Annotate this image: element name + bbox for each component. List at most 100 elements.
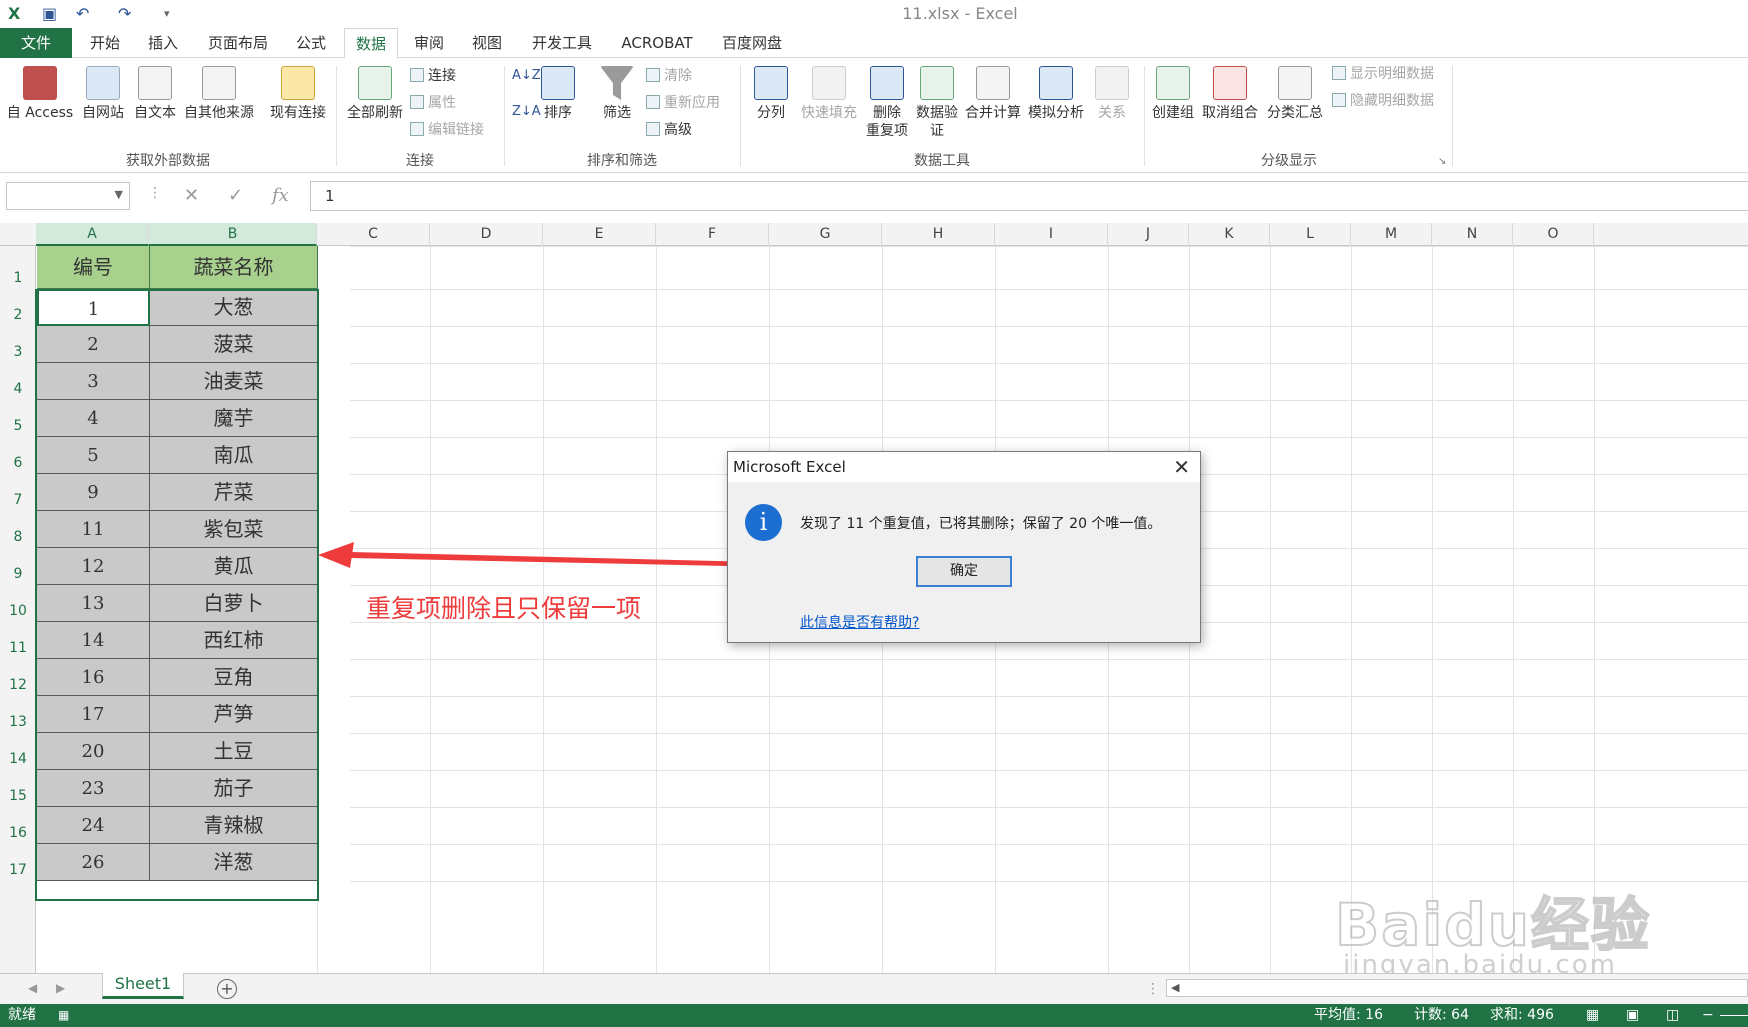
table-cell[interactable]: 1: [37, 289, 150, 326]
column-header[interactable]: B: [149, 223, 317, 246]
scroll-left-icon[interactable]: ◀: [28, 981, 37, 995]
column-header[interactable]: G: [769, 223, 882, 246]
tab-review[interactable]: 审阅: [406, 28, 452, 58]
dialog-launcher-icon[interactable]: ↘: [1438, 152, 1446, 172]
row-header[interactable]: 8: [0, 528, 36, 546]
table-cell[interactable]: 菠菜: [150, 326, 318, 363]
chevron-down-icon[interactable]: ▼: [115, 188, 123, 201]
hide-detail-button[interactable]: 隐藏明细数据: [1332, 91, 1434, 111]
consolidate-button[interactable]: 合并计算: [962, 66, 1024, 122]
sort-button[interactable]: 排序: [536, 66, 580, 122]
table-cell[interactable]: 西红柿: [150, 622, 318, 659]
row-header[interactable]: 4: [0, 380, 36, 398]
table-cell[interactable]: 青辣椒: [150, 807, 318, 844]
add-sheet-icon[interactable]: +: [217, 979, 237, 999]
from-web-button[interactable]: 自网站: [78, 66, 128, 122]
zoom-slider[interactable]: [1720, 1015, 1748, 1016]
help-link[interactable]: 此信息是否有帮助?: [800, 612, 919, 632]
from-access-button[interactable]: 自 Access: [4, 66, 76, 122]
from-other-sources-button[interactable]: 自其他来源: [180, 66, 258, 122]
ungroup-button[interactable]: 取消组合: [1198, 66, 1262, 122]
name-box[interactable]: ▼: [6, 182, 130, 210]
tab-home[interactable]: 开始: [82, 28, 128, 58]
formula-input[interactable]: 1: [310, 181, 1748, 211]
column-header[interactable]: M: [1351, 223, 1432, 246]
scroll-left-arrow-icon[interactable]: ◀: [1171, 981, 1179, 994]
table-header-cell[interactable]: 编号: [37, 246, 150, 289]
table-cell[interactable]: 12: [37, 548, 150, 585]
table-cell[interactable]: 26: [37, 844, 150, 881]
enter-icon[interactable]: ✓: [228, 185, 243, 206]
tab-baidu-netdisk[interactable]: 百度网盘: [714, 28, 790, 58]
table-cell[interactable]: 洋葱: [150, 844, 318, 881]
row-header[interactable]: 1: [0, 269, 36, 287]
normal-view-icon[interactable]: ▦: [1586, 1004, 1599, 1027]
filter-button[interactable]: 筛选: [594, 66, 640, 122]
table-cell[interactable]: 紫包菜: [150, 511, 318, 548]
cancel-icon[interactable]: ✕: [184, 185, 199, 206]
table-cell[interactable]: 13: [37, 585, 150, 622]
tab-page-layout[interactable]: 页面布局: [202, 28, 274, 58]
tab-developer[interactable]: 开发工具: [526, 28, 598, 58]
group-button[interactable]: 创建组: [1148, 66, 1198, 122]
tab-formulas[interactable]: 公式: [288, 28, 334, 58]
column-header[interactable]: I: [995, 223, 1108, 246]
table-cell[interactable]: 芹菜: [150, 474, 318, 511]
column-header[interactable]: A: [36, 223, 149, 246]
column-header[interactable]: O: [1513, 223, 1594, 246]
show-detail-button[interactable]: 显示明细数据: [1332, 64, 1434, 84]
connections-button[interactable]: 连接: [410, 66, 456, 86]
row-header[interactable]: 5: [0, 417, 36, 435]
row-header[interactable]: 14: [0, 750, 36, 768]
reapply-button[interactable]: 重新应用: [646, 93, 720, 113]
table-cell[interactable]: 黄瓜: [150, 548, 318, 585]
column-header[interactable]: K: [1189, 223, 1270, 246]
row-header[interactable]: 12: [0, 676, 36, 694]
row-header[interactable]: 3: [0, 343, 36, 361]
row-header[interactable]: 13: [0, 713, 36, 731]
insert-function-icon[interactable]: fx: [272, 185, 289, 206]
table-cell[interactable]: 16: [37, 659, 150, 696]
existing-connections-button[interactable]: 现有连接: [266, 66, 330, 122]
horizontal-scrollbar[interactable]: ◀: [1166, 979, 1748, 997]
zoom-out-icon[interactable]: −: [1702, 1004, 1714, 1027]
edit-links-button[interactable]: 编辑链接: [410, 120, 484, 140]
table-cell[interactable]: 豆角: [150, 659, 318, 696]
row-header[interactable]: 7: [0, 491, 36, 509]
row-header[interactable]: 6: [0, 454, 36, 472]
table-cell[interactable]: 茄子: [150, 770, 318, 807]
macro-record-icon[interactable]: ▦: [58, 1004, 69, 1027]
column-header[interactable]: L: [1270, 223, 1351, 246]
table-cell[interactable]: 南瓜: [150, 437, 318, 474]
column-header[interactable]: J: [1108, 223, 1189, 246]
column-header[interactable]: C: [317, 223, 430, 246]
row-header[interactable]: 15: [0, 787, 36, 805]
subtotal-button[interactable]: 分类汇总: [1262, 66, 1328, 122]
refresh-all-button[interactable]: 全部刷新: [340, 66, 410, 122]
table-cell[interactable]: 2: [37, 326, 150, 363]
page-layout-view-icon[interactable]: ▣: [1626, 1004, 1639, 1027]
properties-button[interactable]: 属性: [410, 93, 456, 113]
table-cell[interactable]: 23: [37, 770, 150, 807]
column-header[interactable]: D: [430, 223, 543, 246]
table-cell[interactable]: 油麦菜: [150, 363, 318, 400]
table-cell[interactable]: 5: [37, 437, 150, 474]
column-header[interactable]: H: [882, 223, 995, 246]
scroll-right-icon[interactable]: ▶: [56, 981, 65, 995]
row-header[interactable]: 2: [0, 306, 36, 324]
tab-data[interactable]: 数据: [344, 28, 398, 59]
column-header[interactable]: F: [656, 223, 769, 246]
text-to-columns-button[interactable]: 分列: [748, 66, 794, 122]
row-header[interactable]: 11: [0, 639, 36, 657]
advanced-filter-button[interactable]: 高级: [646, 120, 692, 140]
row-header[interactable]: 10: [0, 602, 36, 620]
tab-acrobat[interactable]: ACROBAT: [614, 28, 700, 58]
row-header[interactable]: 9: [0, 565, 36, 583]
tab-file[interactable]: 文件: [0, 28, 72, 58]
table-cell[interactable]: 20: [37, 733, 150, 770]
clear-filter-button[interactable]: 清除: [646, 66, 692, 86]
table-cell[interactable]: 土豆: [150, 733, 318, 770]
flash-fill-button[interactable]: 快速填充: [796, 66, 862, 122]
ok-button[interactable]: 确定: [916, 556, 1012, 587]
table-cell[interactable]: 24: [37, 807, 150, 844]
